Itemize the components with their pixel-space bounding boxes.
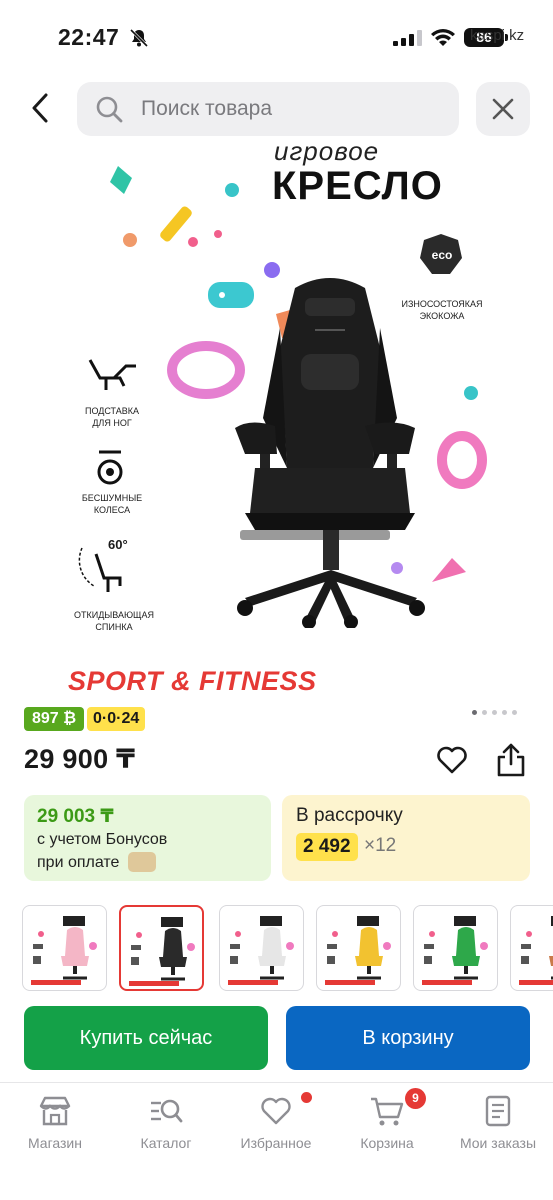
- tab-store[interactable]: Магазин: [0, 1083, 110, 1163]
- carousel-dot: [502, 710, 507, 715]
- catalog-search-icon: [151, 1099, 183, 1123]
- installment-card[interactable]: В рассрочку 2 492 ×12: [282, 795, 530, 881]
- thumbnail-variant[interactable]: [219, 905, 304, 991]
- tab-orders-label: Мои заказы: [459, 1135, 537, 1151]
- tab-cart-label: Корзина: [360, 1135, 414, 1151]
- footrest-icon: [88, 359, 136, 390]
- chair-thumbnail-image: [228, 916, 294, 985]
- feature-footrest-line2: ДЛЯ НОГ: [92, 418, 132, 428]
- tab-catalog[interactable]: Каталог: [111, 1083, 221, 1163]
- cart-icon: [371, 1097, 404, 1126]
- tab-store-label: Магазин: [27, 1135, 82, 1151]
- watermark: kaspi.kz: [470, 27, 525, 44]
- search-input[interactable]: [141, 82, 441, 136]
- bonus-line2-row: при оплате: [37, 852, 156, 873]
- search-bar[interactable]: [77, 82, 459, 136]
- chair-thumbnail-image: [129, 917, 195, 986]
- feature-footrest-label: ПОДСТАВКА ДЛЯ НОГ: [72, 405, 152, 429]
- brand-logo: SPORT & FITNESS: [68, 666, 317, 696]
- feature-wheels-line1: БЕСШУМНЫЕ: [81, 493, 143, 503]
- close-icon: [492, 98, 514, 120]
- bell-off-icon: [129, 28, 149, 48]
- tab-favorites[interactable]: Избранное: [221, 1083, 331, 1163]
- carousel-dot: [512, 710, 517, 715]
- feature-wheels-label: БЕСШУМНЫЕ КОЛЕСА: [72, 492, 152, 516]
- cellular-signal-icon: [393, 30, 422, 46]
- color-variant-thumbnails: [22, 905, 553, 991]
- feature-recline-line2: СПИНКА: [95, 622, 133, 632]
- orders-icon: [485, 1095, 511, 1127]
- bottom-tab-bar: Магазин Каталог Избранное 9 Корзина Мои …: [0, 1082, 553, 1200]
- heart-icon: [261, 1097, 291, 1125]
- gaming-chair-image: [235, 278, 425, 628]
- installment-badge: 0·0·24: [87, 707, 146, 731]
- bonus-line1: с учетом Бонусов: [37, 831, 168, 848]
- product-image-carousel[interactable]: игровое КРЕСЛО eco ИЗНОСОСТОЯКАЯ ЭКОКОЖА: [0, 136, 553, 700]
- installment-title: В рассрочку: [296, 805, 403, 826]
- chair-thumbnail-image: [31, 916, 97, 985]
- tab-catalog-label: Каталог: [140, 1135, 192, 1151]
- favorite-heart-icon[interactable]: [436, 744, 468, 776]
- kaspi-gold-icon: [127, 852, 156, 872]
- installment-amount: 2 492: [296, 833, 358, 861]
- status-bar: 22:47 86 kaspi.kz: [0, 0, 553, 70]
- thumbnail-variant[interactable]: [413, 905, 498, 991]
- carousel-dot: [492, 710, 497, 715]
- chair-thumbnail-image: [422, 916, 488, 985]
- share-icon[interactable]: [495, 742, 527, 778]
- bonus-line2: при оплате: [37, 854, 120, 872]
- feature-footrest-line1: ПОДСТАВКА: [84, 406, 140, 416]
- feature-wheels-line2: КОЛЕСА: [93, 505, 131, 515]
- tab-orders[interactable]: Мои заказы: [443, 1083, 553, 1163]
- tab-cart[interactable]: 9 Корзина: [332, 1083, 442, 1163]
- thumbnail-variant[interactable]: [510, 905, 553, 991]
- product-price: 29 900 ₸: [24, 744, 136, 774]
- carousel-dot: [482, 710, 487, 715]
- chair-thumbnail-image: [325, 916, 391, 985]
- eco-badge: eco: [431, 248, 453, 262]
- buy-now-button[interactable]: Купить сейчас: [24, 1006, 268, 1070]
- chevron-left-icon: [32, 93, 48, 123]
- thumbnail-variant[interactable]: [316, 905, 401, 991]
- close-search-button[interactable]: [476, 82, 530, 136]
- thumbnail-variant[interactable]: [22, 905, 107, 991]
- status-time: 22:47: [58, 24, 120, 50]
- bonus-price: 29 003 ₸: [37, 806, 114, 827]
- carousel-dots: [472, 710, 517, 715]
- carousel-dot: [472, 710, 477, 715]
- thumbnail-variant[interactable]: [119, 905, 204, 991]
- recline-icon: [78, 547, 122, 592]
- bonus-price-badge: 897 ₿: [24, 707, 85, 731]
- cart-count-badge: 9: [405, 1088, 426, 1109]
- add-to-cart-button[interactable]: В корзину: [286, 1006, 530, 1070]
- search-icon: [96, 96, 123, 123]
- feature-recline-label: ОТКИДЫВАЮЩАЯ СПИНКА: [62, 609, 166, 633]
- installment-multiplier: ×12: [364, 835, 397, 856]
- bonus-price-card[interactable]: 29 003 ₸ с учетом Бонусов при оплате: [24, 795, 271, 881]
- store-icon: [39, 1096, 71, 1126]
- chair-thumbnail-image: [519, 916, 553, 985]
- feature-recline-line1: ОТКИДЫВАЮЩАЯ: [73, 610, 154, 620]
- tab-favorites-label: Избранное: [240, 1135, 312, 1151]
- back-button[interactable]: [22, 86, 58, 130]
- favorites-notification-dot: [301, 1092, 312, 1103]
- wheel-icon: [97, 450, 123, 485]
- wifi-icon: [431, 29, 455, 46]
